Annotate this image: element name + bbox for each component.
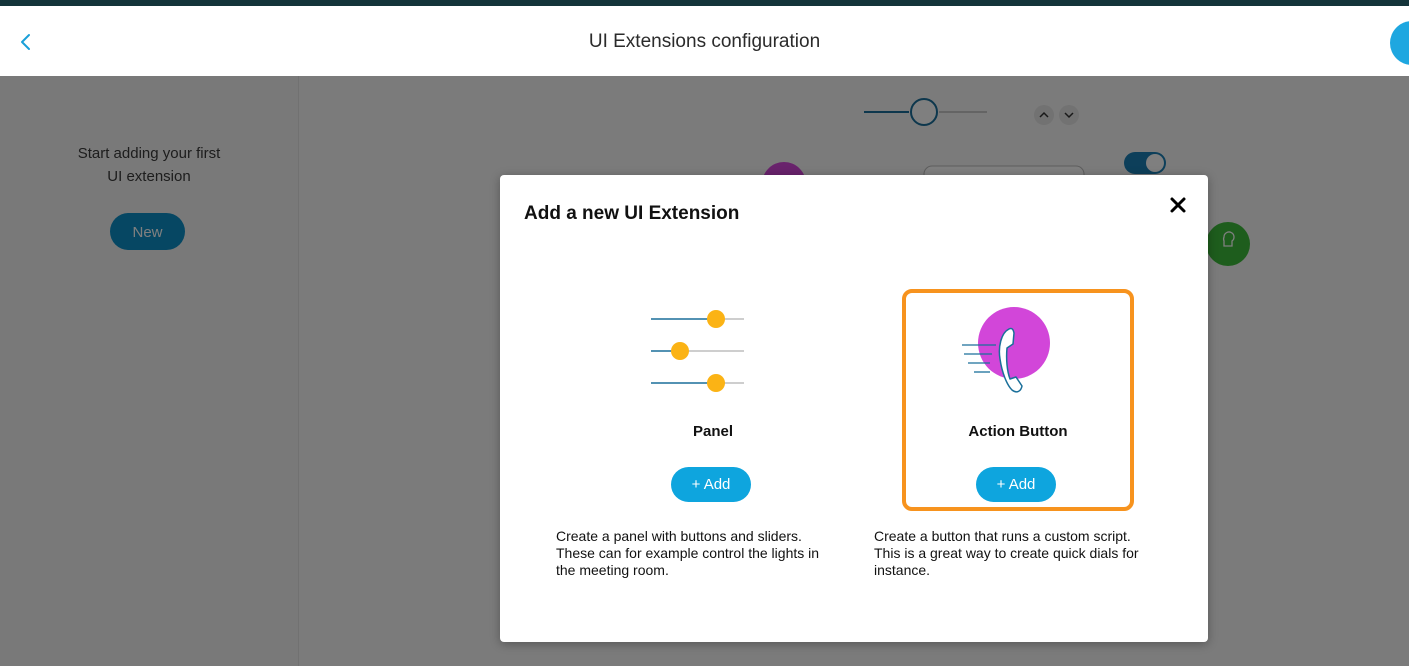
add-extension-dialog: Add a new UI Extension Panel + Add Actio… <box>500 175 1208 642</box>
option-panel-description: Create a panel with buttons and sliders.… <box>556 528 820 578</box>
option-panel-name: Panel <box>692 423 734 440</box>
option-panel[interactable]: Panel + Add <box>597 289 829 511</box>
close-icon <box>1170 197 1186 213</box>
option-action-description: Create a button that runs a custom scrip… <box>874 528 1139 578</box>
option-action-button[interactable]: Action Button + Add <box>902 289 1134 511</box>
header-bar: UI Extensions configuration <box>0 6 1409 76</box>
app-window: UI Extensions configuration Start adding… <box>0 0 1409 666</box>
page-title: UI Extensions configuration <box>588 31 821 52</box>
close-button[interactable] <box>1166 193 1190 217</box>
sliders-icon <box>651 310 744 392</box>
add-action-button-button[interactable]: + Add <box>976 467 1056 502</box>
back-button[interactable] <box>12 26 40 58</box>
option-action-name: Action Button <box>968 423 1068 440</box>
add-panel-button[interactable]: + Add <box>671 467 751 502</box>
dialog-title: Add a new UI Extension <box>524 203 740 224</box>
chevron-left-icon <box>21 34 30 50</box>
phone-icon <box>962 307 1050 393</box>
